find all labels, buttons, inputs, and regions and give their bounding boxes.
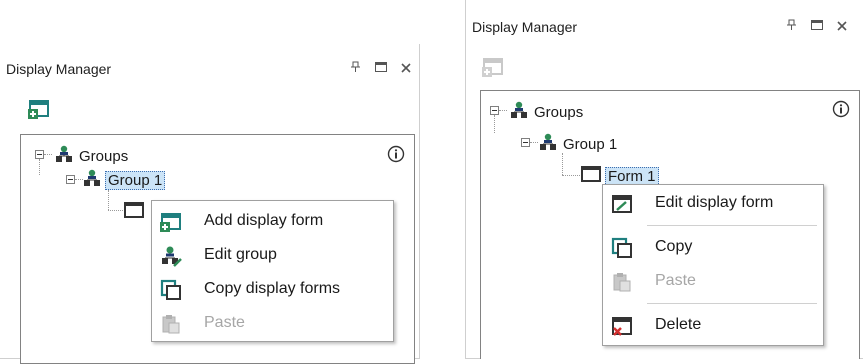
collapse-toggle[interactable]: [35, 150, 44, 159]
menu-item-label: Paste: [204, 314, 245, 331]
maximize-icon[interactable]: [811, 19, 823, 34]
tree-node-label: Groups: [79, 147, 129, 165]
menu-item-label: Copy: [655, 238, 693, 255]
tree-node-form-partial[interactable]: [124, 201, 144, 223]
display-form-icon: [581, 165, 601, 187]
menu-item-copy-display-forms[interactable]: Copy display forms: [152, 273, 393, 305]
menu-item-edit-group[interactable]: Edit group: [152, 239, 393, 271]
groups-icon: [510, 101, 528, 123]
add-display-form-toolbar-button[interactable]: [482, 56, 504, 78]
menu-item-label: Paste: [655, 272, 696, 289]
tree-node-groups[interactable]: Groups: [55, 145, 130, 167]
tree-node-group-1[interactable]: Group 1: [83, 169, 166, 191]
display-manager-panel-right: Display Manager Groups Group 1 Form 1 Ed…: [465, 0, 863, 359]
edit-group-icon: [160, 245, 182, 267]
close-icon[interactable]: [837, 19, 847, 34]
maximize-icon[interactable]: [375, 61, 387, 76]
display-form-icon: [124, 201, 144, 223]
pin-icon[interactable]: [350, 61, 361, 76]
tree-node-groups[interactable]: Groups: [510, 101, 585, 123]
paste-icon: [160, 313, 182, 335]
tree-node-label: Groups: [534, 103, 584, 121]
panel-title: Display Manager: [472, 19, 578, 35]
copy-icon: [160, 279, 182, 301]
info-icon[interactable]: [832, 100, 850, 118]
group-icon: [83, 169, 101, 191]
info-icon[interactable]: [387, 145, 405, 163]
close-icon[interactable]: [401, 61, 411, 76]
menu-item-paste[interactable]: Paste: [152, 307, 393, 339]
menu-item-edit-display-form[interactable]: Edit display form: [603, 187, 823, 219]
menu-item-paste[interactable]: Paste: [603, 265, 823, 297]
add-display-form-toolbar-button[interactable]: [28, 98, 50, 120]
edit-display-form-icon: [611, 193, 633, 215]
menu-item-label: Edit group: [204, 246, 277, 263]
tree-node-label: Group 1: [105, 170, 166, 190]
groups-icon: [55, 145, 73, 167]
paste-icon: [611, 271, 633, 293]
menu-separator: [647, 225, 817, 226]
menu-item-label: Copy display forms: [204, 280, 341, 297]
menu-item-label: Edit display form: [655, 194, 774, 211]
panel-title: Display Manager: [6, 61, 112, 77]
add-display-form-icon: [482, 58, 503, 77]
menu-item-add-display-form[interactable]: Add display form: [152, 205, 393, 237]
pin-icon[interactable]: [786, 19, 797, 34]
delete-icon: [611, 315, 633, 337]
tree-node-label: Group 1: [563, 135, 618, 153]
tree-node-group-1[interactable]: Group 1: [539, 133, 619, 155]
collapse-toggle[interactable]: [490, 106, 499, 115]
menu-item-label: Add display form: [204, 212, 324, 229]
display-manager-panel-left: Display Manager Groups Group 1 Add displ…: [0, 44, 420, 364]
copy-icon: [611, 237, 633, 259]
group-icon: [539, 133, 557, 155]
tree-node-label: Form 1: [605, 166, 659, 186]
menu-item-label: Delete: [655, 316, 702, 333]
add-display-form-icon: [28, 100, 49, 119]
menu-item-delete[interactable]: Delete: [603, 309, 823, 341]
add-display-form-icon: [160, 211, 182, 233]
menu-separator: [647, 303, 817, 304]
collapse-toggle[interactable]: [66, 175, 75, 184]
collapse-toggle[interactable]: [521, 138, 530, 147]
context-menu-form: Edit display form Copy Paste Delete: [602, 184, 824, 346]
menu-item-copy[interactable]: Copy: [603, 231, 823, 263]
context-menu-group: Add display form Edit group Copy display…: [151, 200, 394, 342]
